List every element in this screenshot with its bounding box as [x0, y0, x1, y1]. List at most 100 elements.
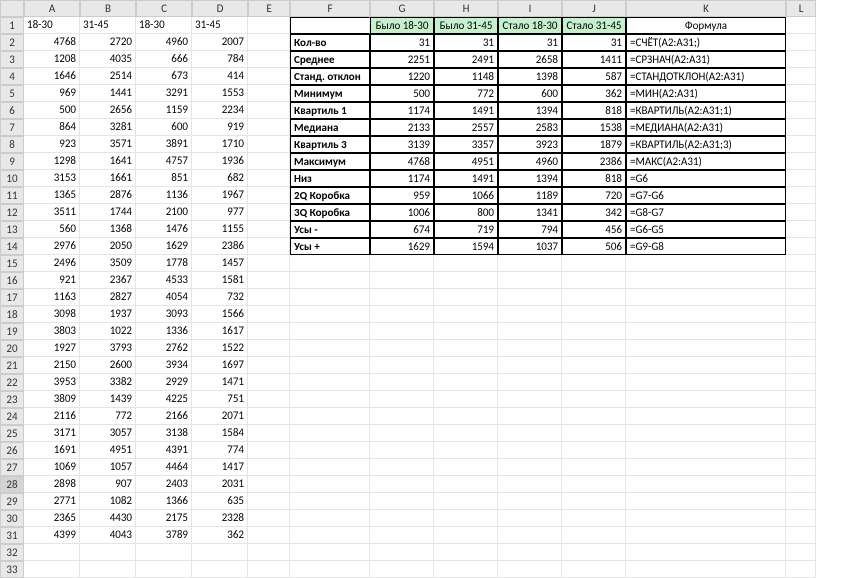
cell-J25[interactable] [562, 425, 626, 442]
cell-I4[interactable]: 1398 [498, 68, 562, 85]
cell-L11[interactable] [786, 187, 816, 204]
cell-G15[interactable] [370, 255, 434, 272]
cell-A8[interactable]: 923 [24, 136, 80, 153]
cell-L7[interactable] [786, 119, 816, 136]
cell-G5[interactable]: 500 [370, 85, 434, 102]
col-header-K[interactable]: K [626, 0, 786, 17]
cell-H33[interactable] [434, 561, 498, 578]
cell-H25[interactable] [434, 425, 498, 442]
cell-B15[interactable]: 3509 [80, 255, 136, 272]
cell-G23[interactable] [370, 391, 434, 408]
cell-C23[interactable]: 4225 [136, 391, 192, 408]
cell-I12[interactable]: 1341 [498, 204, 562, 221]
cell-G7[interactable]: 2133 [370, 119, 434, 136]
cell-J4[interactable]: 587 [562, 68, 626, 85]
cell-J29[interactable] [562, 493, 626, 510]
cell-G4[interactable]: 1220 [370, 68, 434, 85]
cell-L12[interactable] [786, 204, 816, 221]
cell-G20[interactable] [370, 340, 434, 357]
cell-I29[interactable] [498, 493, 562, 510]
cell-I23[interactable] [498, 391, 562, 408]
cell-B9[interactable]: 1641 [80, 153, 136, 170]
cell-I17[interactable] [498, 289, 562, 306]
cell-I14[interactable]: 1037 [498, 238, 562, 255]
cell-L23[interactable] [786, 391, 816, 408]
cell-F13[interactable]: Усы - [290, 221, 370, 238]
row-header-27[interactable]: 27 [0, 459, 24, 476]
cell-H28[interactable] [434, 476, 498, 493]
cell-A16[interactable]: 921 [24, 272, 80, 289]
cell-A13[interactable]: 560 [24, 221, 80, 238]
cell-E1[interactable] [248, 17, 290, 34]
cell-H26[interactable] [434, 442, 498, 459]
cell-A10[interactable]: 3153 [24, 170, 80, 187]
cell-H9[interactable]: 4951 [434, 153, 498, 170]
cell-L33[interactable] [786, 561, 816, 578]
corner-cell[interactable] [0, 0, 24, 17]
cell-E17[interactable] [248, 289, 290, 306]
cell-I9[interactable]: 4960 [498, 153, 562, 170]
cell-C22[interactable]: 2929 [136, 374, 192, 391]
cell-G1[interactable]: Было 18-30 [370, 17, 434, 34]
cell-L4[interactable] [786, 68, 816, 85]
row-header-17[interactable]: 17 [0, 289, 24, 306]
cell-J22[interactable] [562, 374, 626, 391]
cell-E16[interactable] [248, 272, 290, 289]
cell-K13[interactable]: =G6-G5 [626, 221, 786, 238]
cell-G13[interactable]: 674 [370, 221, 434, 238]
cell-G27[interactable] [370, 459, 434, 476]
cell-H12[interactable]: 800 [434, 204, 498, 221]
cell-E33[interactable] [248, 561, 290, 578]
cell-I22[interactable] [498, 374, 562, 391]
cell-K19[interactable] [626, 323, 786, 340]
cell-G10[interactable]: 1174 [370, 170, 434, 187]
cell-E30[interactable] [248, 510, 290, 527]
cell-J32[interactable] [562, 544, 626, 561]
cell-D10[interactable]: 682 [192, 170, 248, 187]
cell-L25[interactable] [786, 425, 816, 442]
cell-H5[interactable]: 772 [434, 85, 498, 102]
cell-F17[interactable] [290, 289, 370, 306]
cell-B32[interactable] [80, 544, 136, 561]
cell-I16[interactable] [498, 272, 562, 289]
cell-G17[interactable] [370, 289, 434, 306]
cell-C14[interactable]: 1629 [136, 238, 192, 255]
cell-C30[interactable]: 2175 [136, 510, 192, 527]
cell-J13[interactable]: 456 [562, 221, 626, 238]
cell-F18[interactable] [290, 306, 370, 323]
cell-J19[interactable] [562, 323, 626, 340]
cell-K17[interactable] [626, 289, 786, 306]
cell-F12[interactable]: 3Q Коробка [290, 204, 370, 221]
cell-D30[interactable]: 2328 [192, 510, 248, 527]
cell-E20[interactable] [248, 340, 290, 357]
cell-B27[interactable]: 1057 [80, 459, 136, 476]
cell-J6[interactable]: 818 [562, 102, 626, 119]
cell-C13[interactable]: 1476 [136, 221, 192, 238]
row-header-31[interactable]: 31 [0, 527, 24, 544]
cell-G19[interactable] [370, 323, 434, 340]
cell-D17[interactable]: 732 [192, 289, 248, 306]
cell-B22[interactable]: 3382 [80, 374, 136, 391]
cell-C12[interactable]: 2100 [136, 204, 192, 221]
cell-K21[interactable] [626, 357, 786, 374]
cell-D23[interactable]: 751 [192, 391, 248, 408]
cell-H14[interactable]: 1594 [434, 238, 498, 255]
cell-J33[interactable] [562, 561, 626, 578]
cell-H20[interactable] [434, 340, 498, 357]
cell-C26[interactable]: 4391 [136, 442, 192, 459]
cell-B16[interactable]: 2367 [80, 272, 136, 289]
cell-A18[interactable]: 3098 [24, 306, 80, 323]
cell-B17[interactable]: 2827 [80, 289, 136, 306]
col-header-J[interactable]: J [562, 0, 626, 17]
row-header-16[interactable]: 16 [0, 272, 24, 289]
cell-A25[interactable]: 3171 [24, 425, 80, 442]
cell-H19[interactable] [434, 323, 498, 340]
cell-F3[interactable]: Среднее [290, 51, 370, 68]
row-header-9[interactable]: 9 [0, 153, 24, 170]
cell-J2[interactable]: 31 [562, 34, 626, 51]
cell-A7[interactable]: 864 [24, 119, 80, 136]
cell-H24[interactable] [434, 408, 498, 425]
cell-G12[interactable]: 1006 [370, 204, 434, 221]
cell-D5[interactable]: 1553 [192, 85, 248, 102]
cell-L31[interactable] [786, 527, 816, 544]
